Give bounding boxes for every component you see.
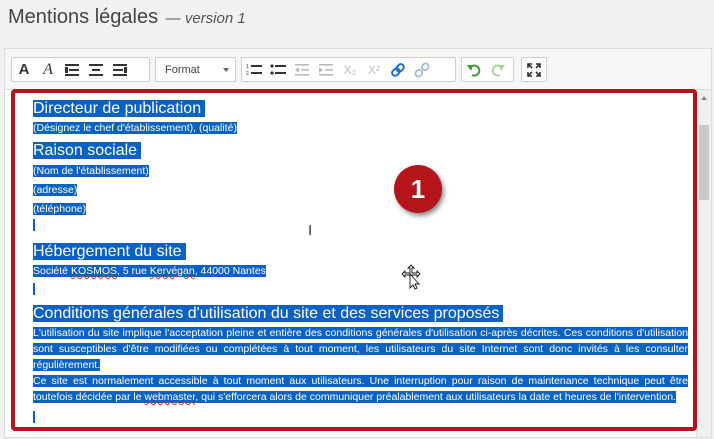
empty-paragraph-marker [33,219,35,231]
scrollbar-thumb[interactable] [699,125,709,200]
outdent-icon[interactable] [290,58,314,81]
text-style-group: A A [11,57,150,82]
text-adresse: (adresse) [33,184,78,196]
align-center-icon[interactable] [84,58,108,81]
heading-raison-sociale: Raison sociale [33,142,142,159]
unlink-icon[interactable] [410,58,434,81]
vertical-scrollbar[interactable] [696,90,711,437]
heading-directeur: Directeur de publication [33,100,206,117]
svg-text:1: 1 [246,64,249,70]
editor-content[interactable]: Directeur de publication (Désignez le ch… [5,90,696,437]
page-title: Mentions légales — version 1 [8,6,246,29]
annotation-badge: 1 [394,165,442,213]
history-group [461,57,514,82]
empty-paragraph-marker [33,411,35,423]
editor-toolbar: A A Format 12 X₂ X² [5,49,711,90]
fullscreen-group [521,57,547,82]
text-telephone: (téléphone) [33,203,87,215]
move-cursor-icon [401,264,423,295]
heading-conditions: Conditions générales d'utilisation du si… [33,305,504,322]
bold-icon[interactable]: A [12,58,36,81]
text-chef-etablissement: (Désignez le chef d'établissement), (qua… [33,122,237,134]
indent-icon[interactable] [314,58,338,81]
paragraph-acces: Ce site est normalement accessible à tou… [33,375,688,403]
undo-icon[interactable] [462,58,486,81]
superscript-icon[interactable]: X² [362,58,386,81]
text-societe: Société KOSMOS, 5 rue Kervégan, 44000 Na… [33,265,266,277]
bullet-list-icon[interactable] [266,58,290,81]
numbered-list-icon[interactable]: 12 [242,58,266,81]
text-nom-etablissement: (Nom de l'établissement) [33,165,149,177]
paragraph-conditions: L'utilisation du site implique l'accepta… [33,327,688,371]
link-icon[interactable] [386,58,410,81]
version-label: — version 1 [165,10,246,27]
format-dropdown[interactable]: Format [155,57,236,82]
subscript-icon[interactable]: X₂ [338,58,362,81]
format-dropdown-label: Format [165,64,200,76]
heading-hebergement: Hébergement du site [33,243,186,260]
svg-text:2: 2 [246,71,249,76]
fullscreen-icon[interactable] [522,58,546,81]
list-group: 12 X₂ X² [241,57,456,82]
align-left-icon[interactable] [60,58,84,81]
empty-paragraph-marker [33,283,35,295]
italic-icon[interactable]: A [36,58,60,81]
chevron-down-icon [223,68,229,72]
align-right-icon[interactable] [108,58,132,81]
text-cursor-icon: I [308,222,313,239]
page-title-text: Mentions légales [8,6,159,28]
redo-icon[interactable] [486,58,510,81]
scroll-up-icon[interactable] [701,96,707,100]
rich-text-editor: A A Format 12 X₂ X² Directeur de publica… [4,48,712,438]
